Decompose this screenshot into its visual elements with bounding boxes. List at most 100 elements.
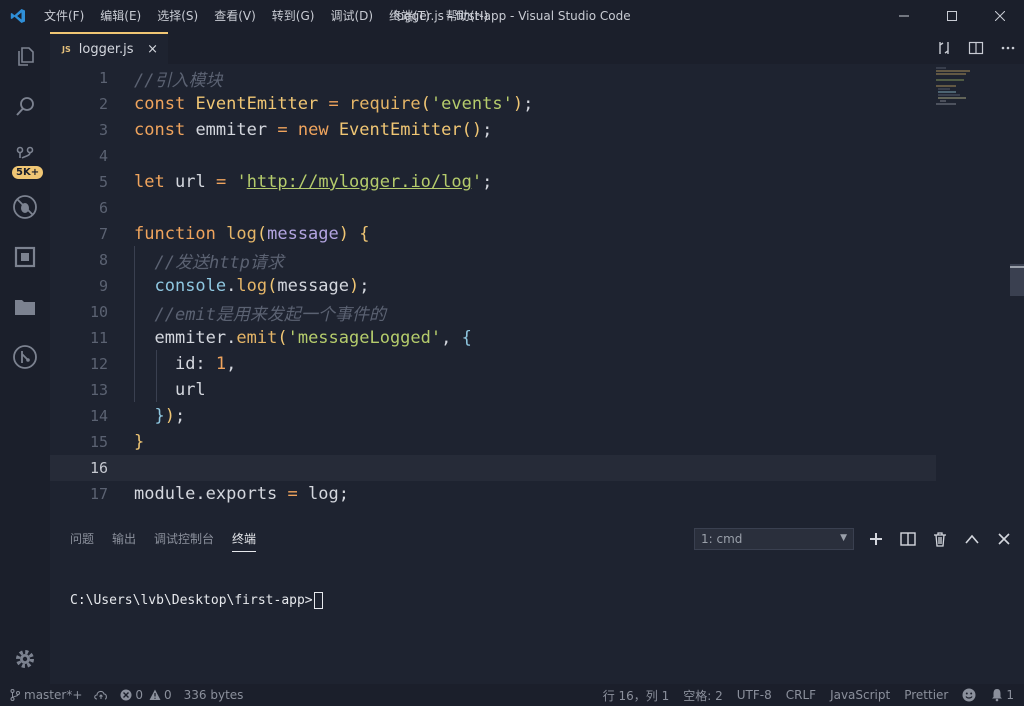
git-graph-button[interactable] (0, 332, 50, 382)
menu-file[interactable]: 文件(F) (36, 0, 92, 32)
line-text: console.log(message); (154, 276, 370, 296)
vscode-logo-icon (0, 0, 36, 32)
menu-debug[interactable]: 调试(D) (322, 0, 381, 32)
minimap[interactable] (936, 66, 1000, 106)
plus-icon (870, 533, 882, 545)
encoding[interactable]: UTF-8 (737, 688, 772, 702)
line-text: module.exports = log; (134, 484, 349, 504)
menu-view[interactable]: 查看(V) (206, 0, 264, 32)
menu-help[interactable]: 帮助(H) (438, 0, 496, 32)
scm-badge: 5K+ (12, 166, 44, 179)
split-icon (900, 532, 916, 546)
line-text: let url = 'http://mylogger.io/log'; (134, 172, 493, 192)
sync-button[interactable] (94, 690, 108, 700)
line-number: 2 (98, 95, 108, 113)
code-line-14: 14 }); (50, 403, 936, 429)
compare-changes-icon (939, 42, 949, 54)
tab-close-icon[interactable]: × (147, 42, 158, 57)
terminal-select-value: 1: cmd (701, 532, 743, 546)
chevron-down-icon: ▼ (840, 533, 847, 543)
tab-output[interactable]: 输出 (112, 530, 136, 552)
tab-terminal[interactable]: 终端 (232, 530, 257, 552)
explorer-button[interactable] (0, 32, 50, 82)
source-control-button[interactable]: 5K+ (0, 132, 50, 182)
feedback-button[interactable] (962, 688, 976, 702)
code-line-13: 13 url (50, 377, 936, 403)
title-bar: 文件(F) 编辑(E) 选择(S) 查看(V) 转到(G) 调试(D) 终端(T… (0, 0, 1024, 32)
tab-debug-console[interactable]: 调试控制台 (154, 530, 214, 552)
menu-go[interactable]: 转到(G) (264, 0, 323, 32)
line-number: 7 (98, 225, 108, 243)
cloud-upload-icon (94, 690, 108, 700)
open-changes-button[interactable] (928, 32, 960, 64)
line-text: }); (154, 406, 186, 426)
code-line-3: 3 const emmiter = new EventEmitter(); (50, 117, 936, 143)
status-left: master*+ 0 0 336 bytes (0, 688, 255, 702)
line-text: url (174, 380, 206, 400)
search-button[interactable] (0, 82, 50, 132)
error-icon (120, 689, 132, 701)
status-right: 行 16，列 1 空格: 2 UTF-8 CRLF JavaScript Pre… (589, 684, 1014, 706)
tab-logger-js[interactable]: JS logger.js × (50, 32, 168, 64)
close-panel-button[interactable] (988, 527, 1020, 551)
menu-bar: 文件(F) 编辑(E) 选择(S) 查看(V) 转到(G) 调试(D) 终端(T… (36, 0, 496, 32)
manage-button[interactable] (0, 634, 50, 684)
git-branch-status[interactable]: master*+ (10, 688, 82, 702)
branch-name: master*+ (24, 688, 83, 702)
maximize-panel-button[interactable] (956, 527, 988, 551)
language-mode[interactable]: JavaScript (830, 688, 890, 702)
code-line-4: 4 (50, 143, 936, 169)
tab-problems[interactable]: 问题 (70, 530, 94, 552)
code-line-2: 2 const EventEmitter = require('events')… (50, 91, 936, 117)
menu-edit[interactable]: 编辑(E) (92, 0, 149, 32)
line-number: 12 (89, 355, 108, 373)
chevron-up-icon (965, 534, 979, 544)
extensions-button[interactable] (0, 232, 50, 282)
terminal-output[interactable]: C:\Users\lvb\Desktop\first-app> (70, 592, 323, 609)
maximize-button[interactable] (928, 0, 976, 32)
cursor-position[interactable]: 行 16，列 1 (603, 687, 670, 704)
panel-tabs: 问题 输出 调试控制台 终端 (70, 530, 274, 552)
menu-terminal[interactable]: 终端(T) (381, 0, 438, 32)
code-line-1: 1 //引入模块 (50, 65, 936, 91)
more-actions-button[interactable] (992, 32, 1024, 64)
indentation[interactable]: 空格: 2 (683, 687, 723, 704)
close-icon (995, 11, 1005, 21)
error-count: 0 (135, 688, 144, 702)
split-terminal-button[interactable] (892, 527, 924, 551)
problems-status[interactable]: 0 0 (120, 688, 172, 702)
code-line-10: 10 //emit是用来发起一个事件的 (50, 299, 936, 325)
close-icon (998, 533, 1010, 545)
ellipsis-icon (1001, 46, 1015, 50)
new-terminal-button[interactable] (860, 527, 892, 551)
menu-selection[interactable]: 选择(S) (149, 0, 206, 32)
folder-button[interactable] (0, 282, 50, 332)
extensions-icon (14, 246, 36, 268)
split-editor-button[interactable] (960, 32, 992, 64)
warning-count: 0 (164, 688, 172, 702)
git-icon (13, 345, 37, 369)
line-number: 16 (89, 459, 108, 477)
prettier-status[interactable]: Prettier (904, 688, 948, 702)
terminal-select[interactable]: 1: cmd ▼ (694, 528, 854, 550)
git-branch-icon (10, 689, 20, 701)
status-bar: master*+ 0 0 336 bytes 行 16，列 1 空格: 2 UT… (0, 684, 1024, 706)
code-line-11: 11 emmiter.emit('messageLogged', { (50, 325, 936, 351)
minimize-button[interactable] (880, 0, 928, 32)
code-line-17: 17 module.exports = log; (50, 481, 936, 507)
code-editor[interactable]: 1 //引入模块 2 const EventEmitter = require(… (50, 64, 1024, 518)
debug-button[interactable] (0, 182, 50, 232)
end-of-line[interactable]: CRLF (786, 688, 816, 702)
editor-actions (928, 32, 1024, 64)
close-window-button[interactable] (976, 0, 1024, 32)
notifications-button[interactable]: 1 (990, 688, 1014, 702)
code-line-15: 15 } (50, 429, 936, 455)
warning-icon (149, 689, 161, 700)
kill-terminal-button[interactable] (924, 527, 956, 551)
tab-label: logger.js (78, 41, 134, 57)
code-line-5: 5 let url = 'http://mylogger.io/log'; (50, 169, 936, 195)
tab-bar: JS logger.js × (50, 32, 1024, 64)
search-icon (16, 97, 34, 116)
bottom-panel: 问题 输出 调试控制台 终端 1: cmd ▼ C:\Users\lvb\Des… (50, 518, 1024, 684)
javascript-file-icon: JS (62, 44, 71, 54)
